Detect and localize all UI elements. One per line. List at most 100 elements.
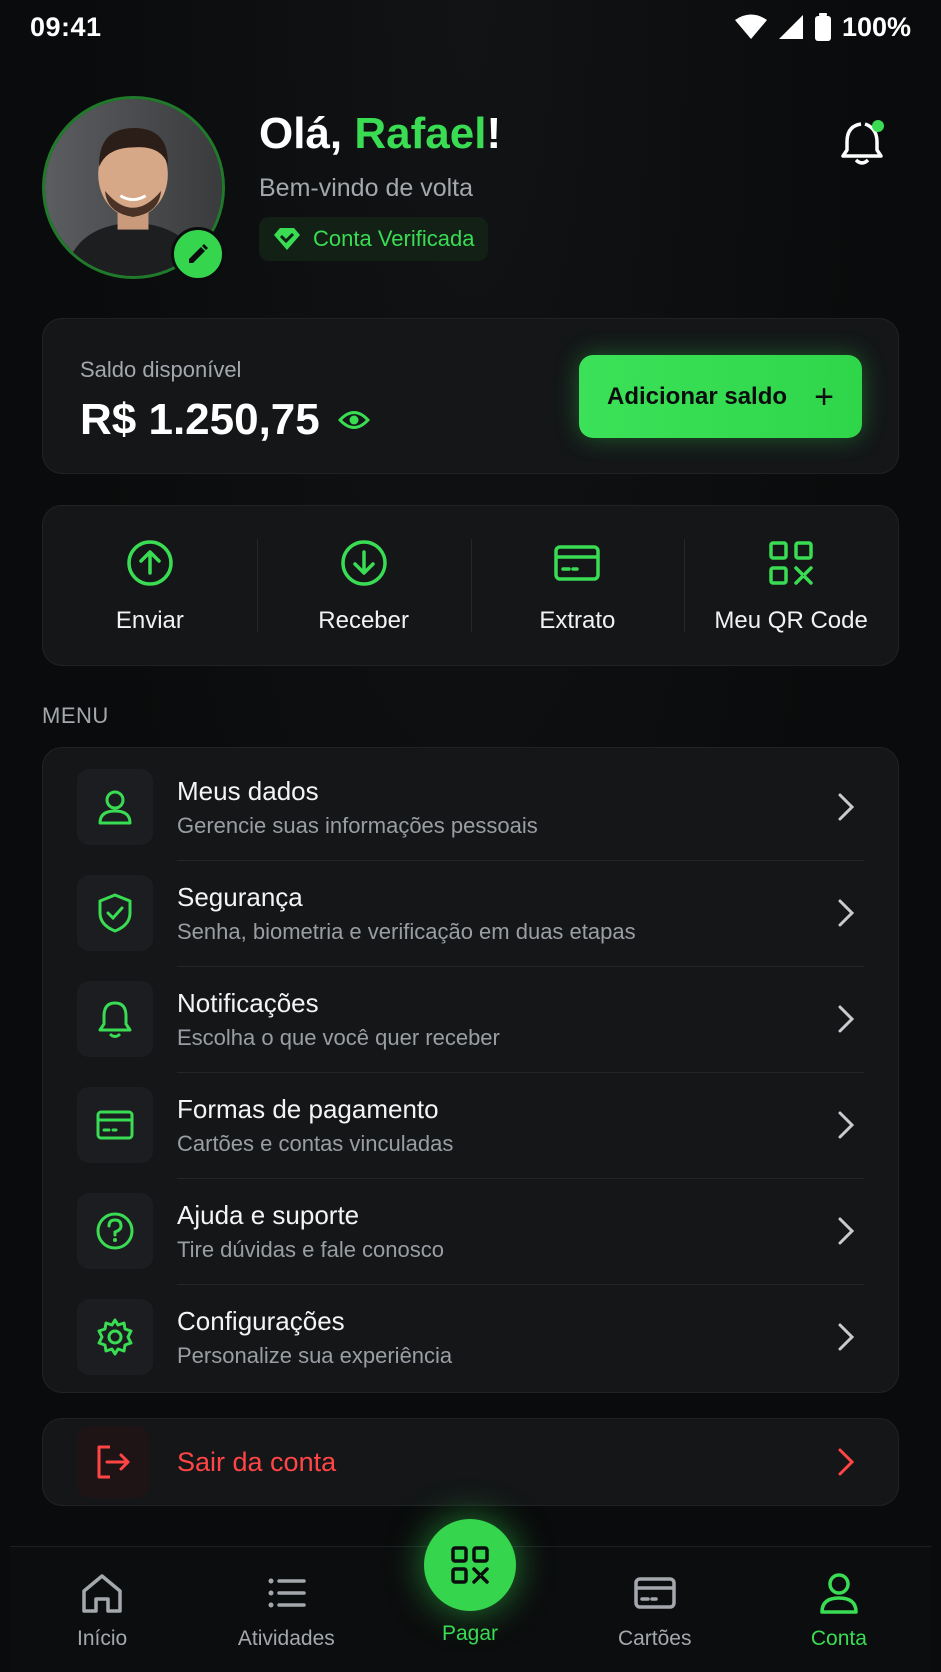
nav-label: Conta [810,1627,867,1650]
balance-amount: R$ 1.250,75 [80,395,320,444]
menu-item-text: Formas de pagamento Cartões e contas vin… [177,1094,834,1157]
menu-item-my-data[interactable]: Meus dados Gerencie suas informações pes… [77,754,864,860]
logout-icon-box [77,1426,149,1498]
greeting-suffix: ! [486,109,502,158]
divider [177,860,864,861]
menu-list: Meus dados Gerencie suas informações pes… [42,747,899,1393]
greeting-prefix: Olá, [259,109,355,158]
menu-item-text: Ajuda e suporte Tire dúvidas e fale cono… [177,1200,834,1263]
wifi-icon [734,14,767,39]
action-label: Receber [318,606,409,634]
logout-label: Sair da conta [177,1446,337,1477]
arrow-down-circle-icon [340,539,387,586]
action-label: Enviar [115,606,184,634]
list-icon [268,1578,307,1608]
chevron-right-icon [838,899,855,927]
account-screen: 09:41 100% Olá, Rafael! Bem-vindo de vol… [0,0,941,1672]
divider [177,966,864,967]
qr-code-icon [451,1546,489,1584]
user-name: Rafael [354,109,487,158]
menu-item-title: Ajuda e suporte [177,1199,360,1230]
pay-fab-button[interactable] [424,1519,516,1611]
balance-label: Saldo disponível [80,357,242,382]
pencil-icon [189,244,208,263]
notifications-button[interactable] [841,116,887,166]
menu-item-payment-methods[interactable]: Formas de pagamento Cartões e contas vin… [77,1072,864,1178]
menu-section-title: MENU [42,703,109,728]
bell-icon [841,120,884,165]
menu-item-subtitle: Personalize sua experiência [177,1342,453,1368]
menu-icon-box [77,981,153,1057]
help-icon [96,1212,134,1250]
chevron-right-icon [838,1323,855,1351]
eye-icon[interactable] [337,409,370,431]
profile-header: Olá, Rafael! Bem-vindo de volta Conta Ve… [42,96,899,282]
verified-icon [274,228,300,250]
action-receive[interactable]: Receber [256,506,471,665]
bell-icon [98,1001,132,1038]
action-qr-code[interactable]: Meu QR Code [684,506,898,665]
menu-item-subtitle: Tire dúvidas e fale conosco [177,1236,444,1262]
logout-button[interactable]: Sair da conta [42,1418,899,1506]
welcome-subtitle: Bem-vindo de volta [259,174,474,202]
battery-icon [814,13,831,41]
menu-item-subtitle: Gerencie suas informações pessoais [177,812,538,838]
menu-item-text: Configurações Personalize sua experiênci… [177,1306,834,1369]
card-icon [633,1577,676,1609]
chevron-right-icon [838,1448,855,1476]
nav-label: Cartões [617,1627,692,1650]
chevron-right-icon [838,1005,855,1033]
menu-icon-box [77,875,153,951]
quick-actions: Enviar Receber Extrato Meu QR Code [42,505,899,666]
menu-item-title: Segurança [177,881,303,912]
menu-item-notifications[interactable]: Notificações Escolha o que você quer rec… [77,966,864,1072]
menu-item-settings[interactable]: Configurações Personalize sua experiênci… [77,1284,864,1390]
verified-label: Conta Verificada [313,226,475,251]
chevron-right-icon [838,1217,855,1245]
status-time: 09:41 [30,11,102,42]
balance-card: Saldo disponível R$ 1.250,75 Adicionar s… [42,318,899,474]
gear-icon [97,1318,133,1356]
menu-item-subtitle: Senha, biometria e verificação em duas e… [177,918,636,944]
action-send[interactable]: Enviar [43,506,257,665]
menu-item-title: Notificações [177,987,319,1018]
nav-cards[interactable]: Cartões [563,1547,747,1672]
arrow-up-circle-icon [127,539,173,586]
menu-item-text: Segurança Senha, biometria e verificação… [177,882,834,945]
chevron-right-icon [838,793,855,821]
add-balance-button[interactable]: Adicionar saldo + [579,355,862,438]
avatar-container[interactable] [42,96,225,281]
logout-icon [97,1445,130,1479]
plus-icon: + [814,377,834,416]
divider [177,1284,864,1285]
card-icon [554,544,601,581]
menu-icon-box [77,1193,153,1269]
nav-home[interactable]: Início [10,1547,194,1672]
divider [177,1178,864,1179]
nav-label: Atividades [237,1627,335,1650]
menu-item-title: Configurações [177,1305,345,1336]
card-icon [96,1110,134,1140]
menu-item-text: Notificações Escolha o que você quer rec… [177,988,834,1051]
action-label: Meu QR Code [714,606,868,634]
menu-item-title: Formas de pagamento [177,1093,439,1124]
nav-account[interactable]: Conta [747,1547,931,1672]
divider [177,1072,864,1073]
menu-item-help[interactable]: Ajuda e suporte Tire dúvidas e fale cono… [77,1178,864,1284]
add-balance-label: Adicionar saldo [607,382,788,410]
user-icon [820,1573,858,1614]
status-bar: 09:41 100% [0,0,941,54]
menu-item-subtitle: Cartões e contas vinculadas [177,1130,454,1156]
menu-item-title: Meus dados [177,775,319,806]
menu-icon-box [77,1087,153,1163]
status-icons: 100% [734,12,911,43]
edit-avatar-button[interactable] [171,227,225,281]
greeting: Olá, Rafael! Bem-vindo de volta Conta Ve… [259,112,501,261]
nav-activities[interactable]: Atividades [194,1547,378,1672]
chevron-right-icon [838,1111,855,1139]
menu-item-security[interactable]: Segurança Senha, biometria e verificação… [77,860,864,966]
nav-label-pay: Pagar [441,1622,499,1645]
action-statement[interactable]: Extrato [470,506,685,665]
menu-item-subtitle: Escolha o que você quer receber [177,1024,500,1050]
user-icon [98,790,132,825]
